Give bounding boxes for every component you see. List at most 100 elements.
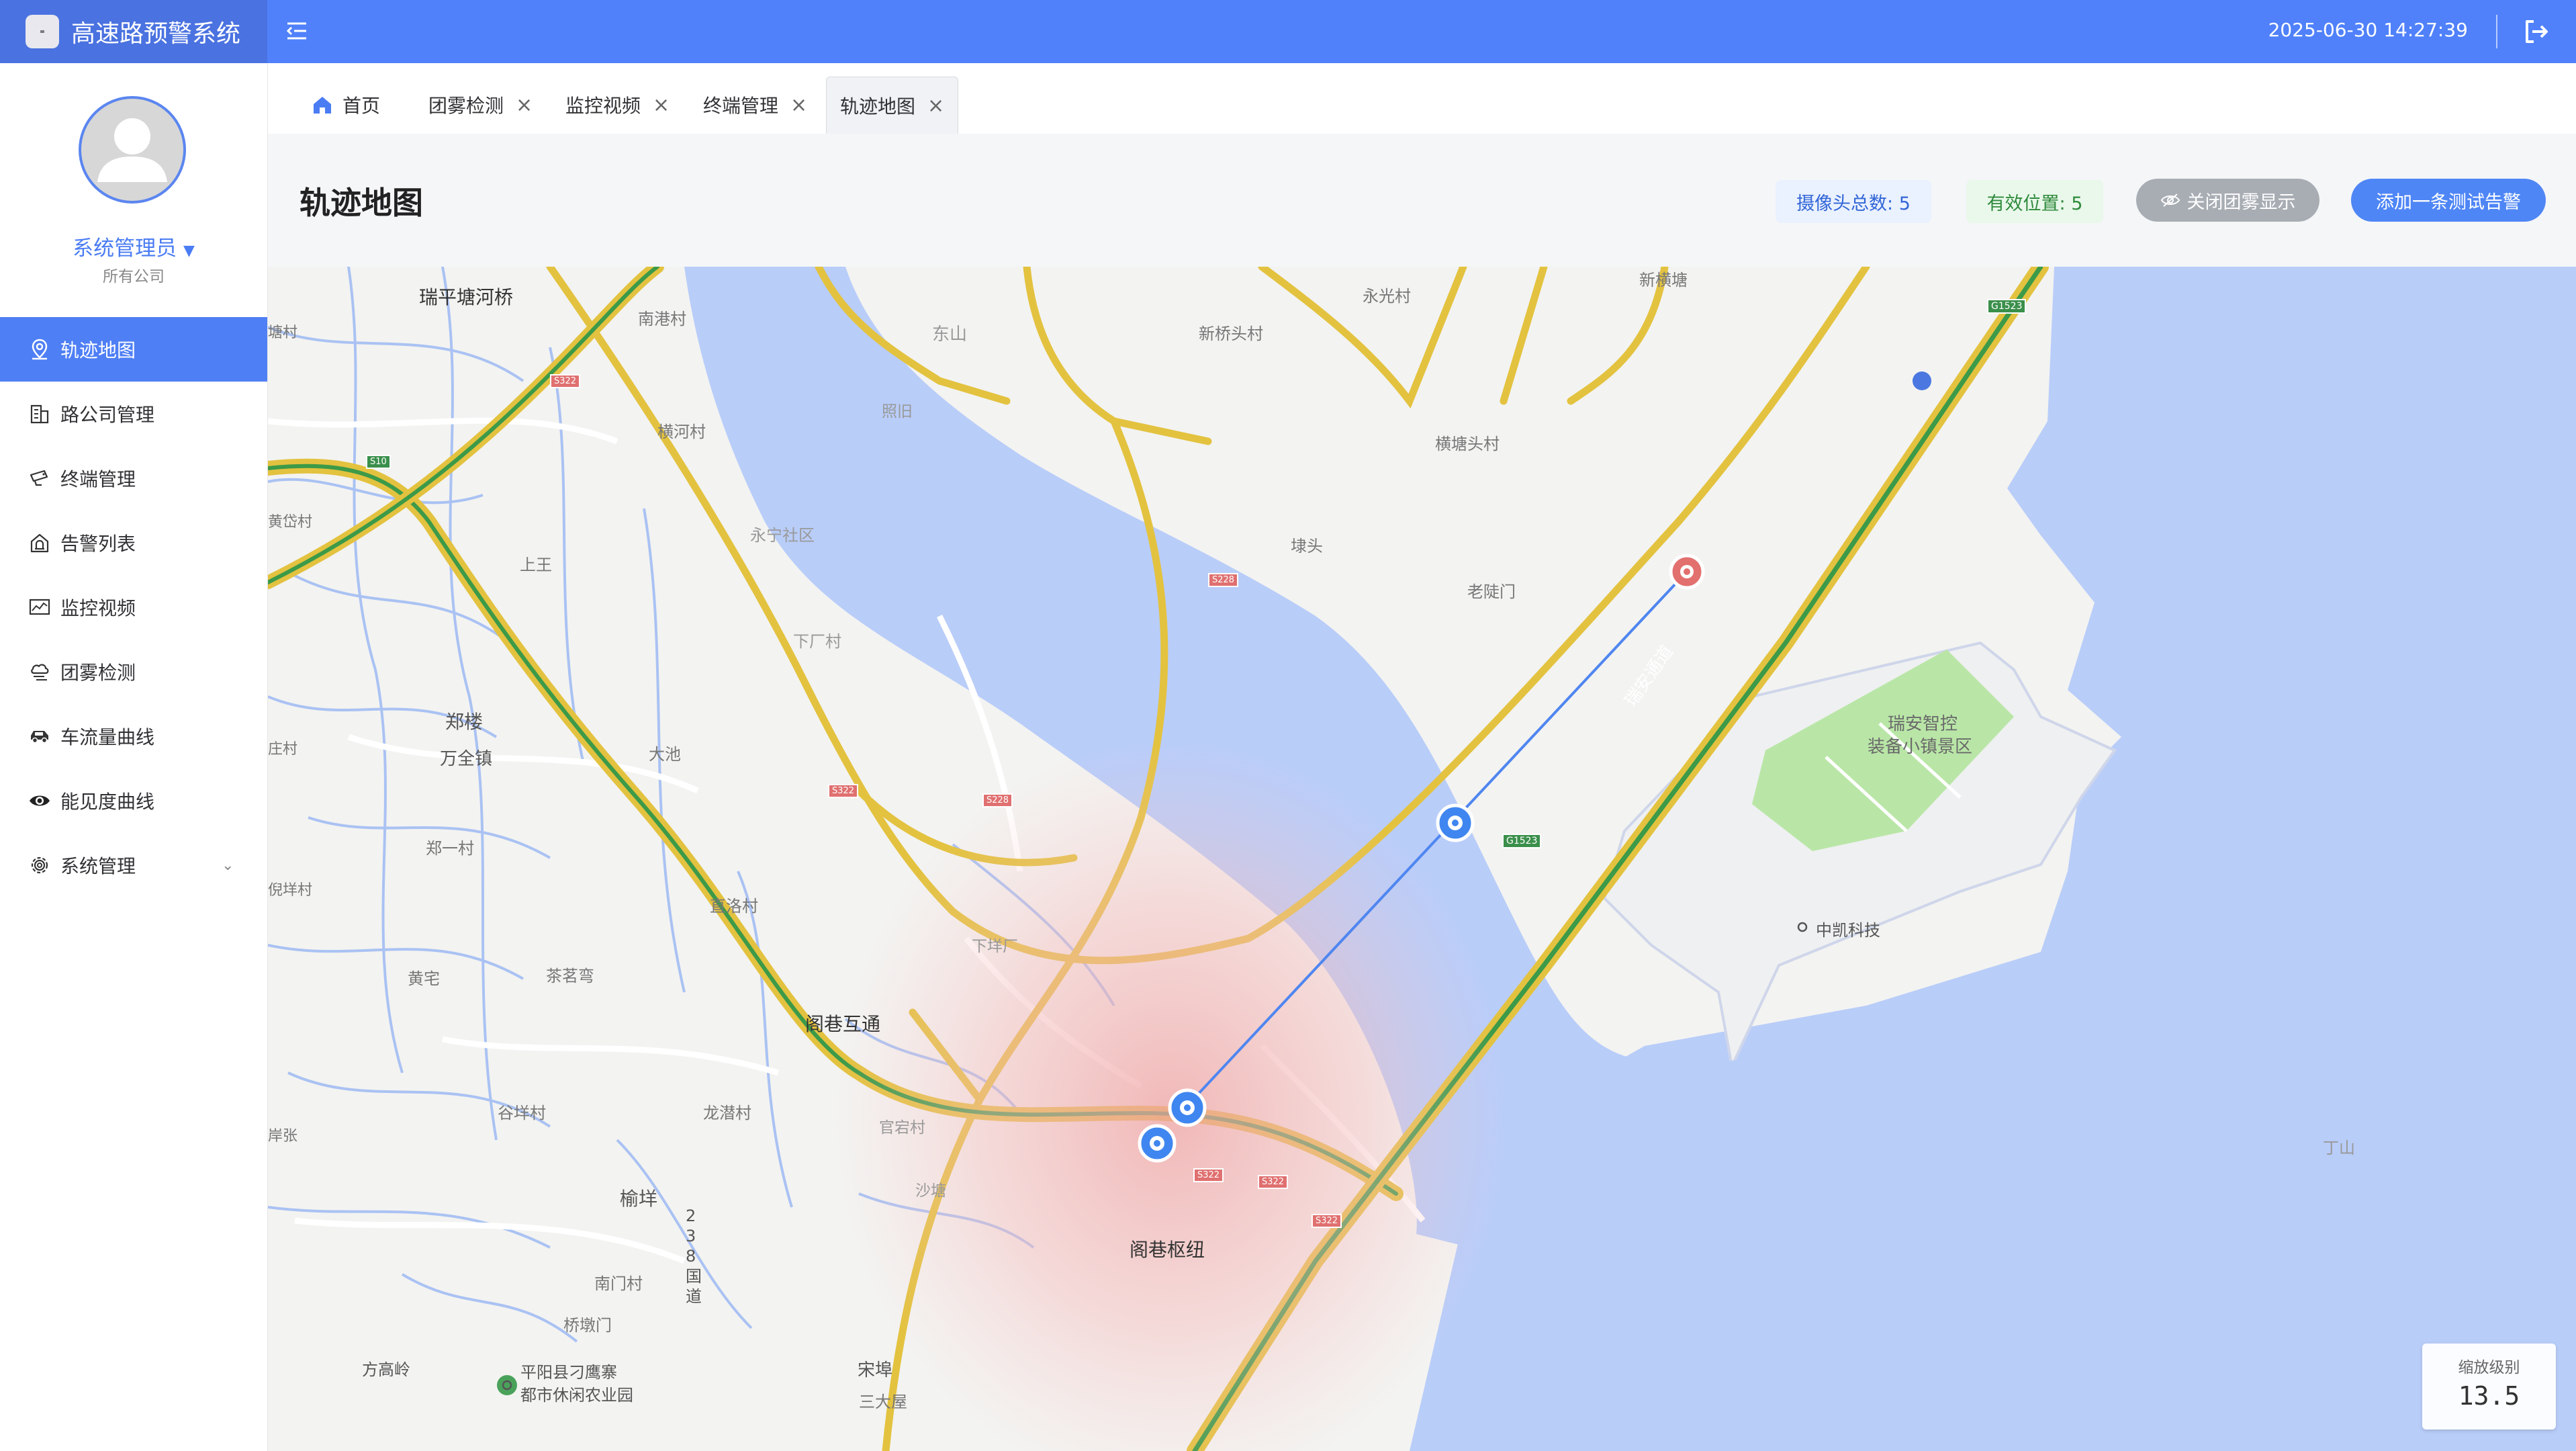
tab-monitor-video[interactable]: 监控视频 × <box>565 77 670 133</box>
tab-fog-detection[interactable]: 团雾检测 × <box>428 77 533 133</box>
place-label: 万全镇 <box>440 749 493 769</box>
place-label: 黄岱村 <box>268 514 313 531</box>
close-icon[interactable]: × <box>516 93 533 117</box>
road-shield: S322 <box>1312 1214 1342 1228</box>
place-label: 南港村 <box>638 310 686 328</box>
tab-label: 轨迹地图 <box>840 95 916 118</box>
user-avatar-icon <box>97 118 167 182</box>
tab-label: 团雾检测 <box>428 95 504 117</box>
road-shield: S322 <box>828 784 859 798</box>
sidebar-item-label: 终端管理 <box>60 468 136 490</box>
zoom-level-label: 缩放级别 <box>2458 1359 2520 1376</box>
place-label: 榆垟 <box>620 1188 658 1210</box>
camera-marker[interactable] <box>1168 1088 1207 1127</box>
camera-marker[interactable] <box>1436 803 1475 842</box>
tab-label: 终端管理 <box>703 95 779 117</box>
user-company: 所有公司 <box>103 268 165 285</box>
place-label: 塘村 <box>268 324 298 341</box>
place-label: 阁巷枢纽 <box>1130 1239 1205 1261</box>
zoom-level-panel: 缩放级别 13.5 <box>2422 1344 2556 1430</box>
camera-marker[interactable] <box>1138 1124 1177 1163</box>
home-icon <box>314 97 331 114</box>
top-bar <box>0 0 2576 63</box>
road-shield: G1523 <box>1502 834 1542 848</box>
place-label: 谷垟村 <box>498 1104 546 1123</box>
road-shield: S322 <box>1258 1175 1289 1189</box>
brand: 高速路预警系统 <box>0 0 267 63</box>
sidebar-item-label: 路公司管理 <box>60 404 155 426</box>
sidebar-item-label: 系统管理 <box>60 855 136 877</box>
avatar[interactable] <box>79 96 186 204</box>
close-icon[interactable]: × <box>653 93 670 117</box>
road-shield: G1523 <box>1987 299 2027 314</box>
place-label: 永光村 <box>1363 287 1411 306</box>
place-label: 装备小镇景区 <box>1868 737 1973 757</box>
road-shield: S10 <box>366 455 391 469</box>
tab-terminal-management[interactable]: 终端管理 × <box>703 77 807 133</box>
road-shield: S322 <box>550 374 581 388</box>
sidebar-item-label: 轨迹地图 <box>60 339 136 361</box>
user-name: 系统管理员 <box>73 236 177 261</box>
page-title: 轨迹地图 <box>300 185 423 221</box>
add-test-alarm-button[interactable]: 添加一条测试告警 <box>2351 179 2546 222</box>
valid-position-badge: 有效位置: 5 <box>1966 180 2103 223</box>
app-logo-icon <box>26 15 59 48</box>
place-label: 下厂村 <box>793 632 841 651</box>
user-menu[interactable]: 系统管理员 ▼ <box>0 231 267 261</box>
place-label: 阁巷互通 <box>805 1013 881 1035</box>
place-label: 东山 <box>932 324 968 345</box>
sidebar-item-road-company[interactable]: 路公司管理 <box>0 382 267 446</box>
place-label: 宋埠 <box>858 1360 893 1380</box>
alarm-house-icon <box>30 533 49 553</box>
tab-label: 首页 <box>342 95 381 117</box>
place-label: 新横塘 <box>1639 271 1688 290</box>
place-label: 桥墩门 <box>563 1316 612 1335</box>
sidebar-item-monitor-video[interactable]: 监控视频 <box>0 575 267 640</box>
place-label: 南门村 <box>594 1274 643 1293</box>
camera-icon <box>30 470 48 486</box>
close-icon[interactable]: × <box>790 93 807 117</box>
camera-total-badge: 摄像头总数: 5 <box>1776 180 1931 223</box>
sidebar-item-terminal[interactable]: 终端管理 <box>0 446 267 511</box>
sidebar-item-system-management[interactable]: 系统管理 ⌄ <box>0 833 267 897</box>
alarm-marker[interactable] <box>1669 554 1705 590</box>
tab-trajectory-map[interactable]: 轨迹地图 × <box>826 77 959 134</box>
place-label: 大池 <box>649 745 681 764</box>
place-label: 郑楼 <box>445 711 484 733</box>
sidebar-item-label: 团雾检测 <box>60 662 136 684</box>
eye-off-icon <box>2160 193 2180 207</box>
menu-fold-icon[interactable] <box>285 19 309 43</box>
fog-cloud-icon <box>31 664 49 680</box>
sidebar-item-fog-detection[interactable]: 团雾检测 <box>0 640 267 704</box>
place-label: 都市休闲农业园 <box>520 1386 633 1405</box>
road-shield: S228 <box>1208 573 1239 587</box>
map-view[interactable]: 瑞平塘河桥 南港村 东山 新桥头村 永光村 新横塘 照旧 横河村 横塘头村 永宁… <box>268 267 2576 1451</box>
place-label: 瑞平塘河桥 <box>419 286 514 308</box>
place-label: 老陡门 <box>1467 582 1516 601</box>
sidebar-item-alarm-list[interactable]: 告警列表 <box>0 511 267 575</box>
chart-monitor-icon <box>29 599 50 615</box>
building-icon <box>30 404 49 424</box>
place-label: 横河村 <box>657 423 706 441</box>
logout-icon[interactable] <box>2522 17 2550 46</box>
place-label: 官宕村 <box>879 1119 925 1137</box>
place-label: 倪垟村 <box>268 882 313 899</box>
place-label: 平阳县刁鹰寨 <box>520 1363 617 1382</box>
zoom-level-value: 13.5 <box>2458 1381 2520 1411</box>
place-label: 照旧 <box>882 403 913 421</box>
chevron-down-icon: ⌄ <box>222 856 234 874</box>
app-title: 高速路预警系统 <box>71 20 241 48</box>
sidebar-item-trajectory-map[interactable]: 轨迹地图 <box>0 317 267 382</box>
toggle-fog-display-button[interactable]: 关闭团雾显示 <box>2136 179 2319 222</box>
place-label: 三大屋 <box>859 1393 907 1411</box>
tab-home[interactable]: 首页 <box>312 77 380 133</box>
place-label: 茶茗弯 <box>546 967 594 985</box>
place-label: 龙潜村 <box>703 1104 751 1123</box>
close-icon[interactable]: × <box>927 94 944 118</box>
scenic-poi-icon <box>497 1375 517 1395</box>
place-label: 黄宅 <box>408 969 440 988</box>
sidebar-item-label: 车流量曲线 <box>60 726 155 748</box>
place-label: 岸张 <box>268 1128 298 1145</box>
sidebar-item-traffic-curve[interactable]: 车流量曲线 <box>0 704 267 768</box>
sidebar-item-visibility-curve[interactable]: 能见度曲线 <box>0 768 267 833</box>
